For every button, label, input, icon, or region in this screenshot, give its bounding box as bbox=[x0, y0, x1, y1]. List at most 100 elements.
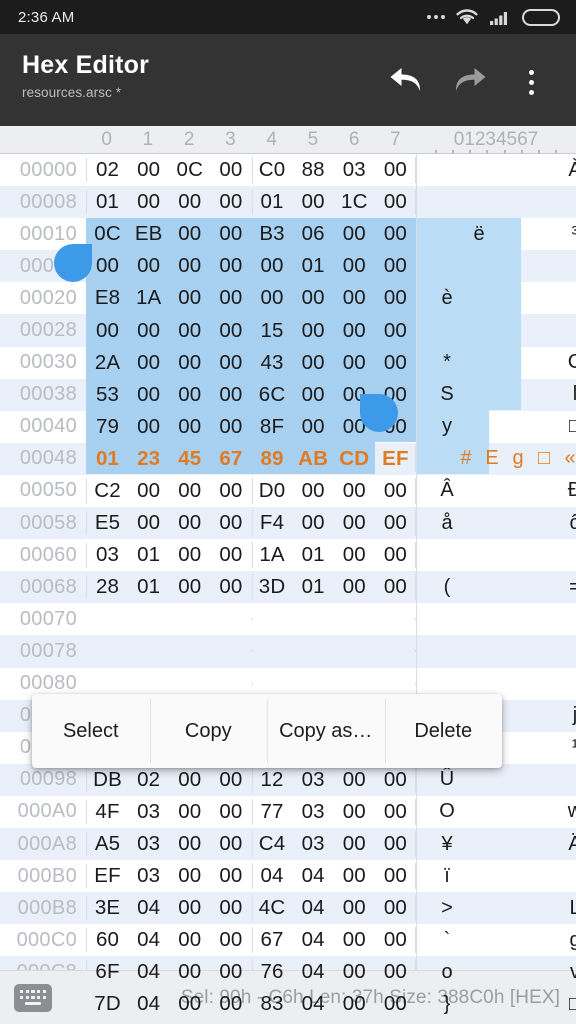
ascii-char[interactable] bbox=[527, 704, 559, 727]
ascii-char[interactable]: ( bbox=[431, 576, 463, 599]
hex-byte[interactable]: 00 bbox=[375, 319, 416, 343]
ascii-char[interactable] bbox=[527, 576, 559, 599]
hex-byte[interactable]: 00 bbox=[210, 383, 251, 407]
hex-byte[interactable]: 00 bbox=[169, 286, 210, 310]
hex-byte[interactable]: 00 bbox=[210, 190, 251, 214]
hex-byte[interactable]: 00 bbox=[375, 832, 416, 856]
ascii-char[interactable] bbox=[431, 159, 463, 182]
hex-byte[interactable]: 00 bbox=[375, 543, 416, 567]
ascii-char[interactable] bbox=[527, 865, 559, 888]
ascii-char[interactable] bbox=[463, 993, 495, 1016]
hex-byte[interactable]: 00 bbox=[210, 415, 251, 439]
table-row[interactable]: 00008 01 00 00 00 01 00 1C 00 bbox=[0, 186, 576, 219]
ascii-char[interactable]: l bbox=[559, 383, 576, 406]
ascii-char[interactable] bbox=[559, 287, 576, 310]
ascii-char[interactable] bbox=[495, 800, 527, 823]
ascii-char[interactable] bbox=[463, 800, 495, 823]
hex-byte[interactable]: 04 bbox=[252, 864, 293, 888]
hex-byte[interactable]: 00 bbox=[169, 992, 210, 1016]
hex-byte[interactable]: 76 bbox=[252, 960, 293, 984]
hex-byte[interactable]: 00 bbox=[128, 479, 169, 503]
hex-byte[interactable]: 00 bbox=[334, 768, 375, 792]
hex-byte[interactable]: CD bbox=[334, 447, 375, 471]
hex-byte[interactable]: 89 bbox=[252, 447, 293, 471]
row-hex-bytes[interactable]: 60 04 00 00 67 04 00 00 bbox=[86, 927, 416, 954]
hex-byte[interactable]: 7D bbox=[87, 992, 128, 1016]
hex-byte[interactable]: 00 bbox=[128, 319, 169, 343]
hex-byte[interactable]: B3 bbox=[252, 222, 293, 246]
ascii-char[interactable] bbox=[463, 287, 495, 310]
hex-byte[interactable]: 00 bbox=[334, 286, 375, 310]
hex-byte[interactable]: 00 bbox=[293, 383, 334, 407]
ascii-char[interactable] bbox=[495, 576, 527, 599]
hex-byte[interactable]: 00 bbox=[169, 511, 210, 535]
hex-byte[interactable]: 00 bbox=[210, 158, 251, 182]
row-hex-bytes[interactable]: 03 01 00 00 1A 01 00 00 bbox=[86, 542, 416, 569]
hex-byte[interactable]: 00 bbox=[375, 351, 416, 375]
ascii-char[interactable] bbox=[463, 929, 495, 952]
hex-byte[interactable]: 00 bbox=[375, 190, 416, 214]
hex-byte[interactable]: 00 bbox=[293, 415, 334, 439]
hex-byte[interactable]: 1A bbox=[252, 543, 293, 567]
selection-end-handle[interactable] bbox=[360, 394, 398, 432]
hex-byte[interactable]: F4 bbox=[252, 511, 293, 535]
hex-byte[interactable]: AB bbox=[293, 447, 334, 471]
hex-byte[interactable]: 00 bbox=[210, 832, 251, 856]
hex-byte[interactable]: 77 bbox=[252, 800, 293, 824]
hex-byte[interactable]: EB bbox=[128, 222, 169, 246]
ascii-char[interactable] bbox=[495, 897, 527, 920]
ascii-char[interactable] bbox=[527, 800, 559, 823]
ascii-char[interactable] bbox=[495, 961, 527, 984]
hex-byte[interactable]: 04 bbox=[293, 928, 334, 952]
hex-byte[interactable]: 01 bbox=[87, 447, 128, 471]
row-ascii[interactable]: À□ bbox=[416, 154, 576, 187]
hex-byte[interactable]: 00 bbox=[334, 800, 375, 824]
ascii-char[interactable]: ë bbox=[463, 223, 495, 246]
ascii-char[interactable] bbox=[527, 223, 559, 246]
hex-byte[interactable]: 00 bbox=[169, 800, 210, 824]
row-hex-bytes[interactable]: 01 23 45 67 89 AB CD EF bbox=[86, 445, 416, 472]
hex-dump-body[interactable]: 0000002000C00C0880300À□00008010000000100… bbox=[0, 154, 576, 1022]
table-row[interactable]: 000C86F04000076040000ov bbox=[0, 956, 576, 989]
row-ascii[interactable]: > L bbox=[416, 892, 576, 925]
hex-byte[interactable]: 00 bbox=[169, 479, 210, 503]
hex-byte[interactable]: 00 bbox=[375, 511, 416, 535]
hex-byte[interactable]: 00 bbox=[334, 896, 375, 920]
row-ascii[interactable] bbox=[416, 186, 576, 219]
hex-byte[interactable]: 00 bbox=[375, 928, 416, 952]
ascii-char[interactable] bbox=[463, 479, 495, 502]
ascii-char[interactable]: « bbox=[557, 447, 576, 470]
hex-byte[interactable]: 00 bbox=[128, 415, 169, 439]
ascii-char[interactable]: □ bbox=[531, 447, 557, 470]
ascii-char[interactable] bbox=[463, 576, 495, 599]
hex-byte[interactable]: 0C bbox=[87, 222, 128, 246]
row-ascii[interactable]: Ow bbox=[416, 795, 576, 828]
hex-byte[interactable]: 01 bbox=[293, 575, 334, 599]
ascii-char[interactable] bbox=[495, 383, 527, 406]
ascii-char[interactable]: g bbox=[559, 929, 576, 952]
hex-byte[interactable]: 00 bbox=[210, 543, 251, 567]
hex-byte[interactable]: 00 bbox=[128, 383, 169, 407]
hex-byte[interactable]: 00 bbox=[169, 415, 210, 439]
hex-byte[interactable]: A5 bbox=[87, 832, 128, 856]
ascii-char[interactable] bbox=[495, 479, 527, 502]
ascii-char[interactable]: ³ bbox=[559, 223, 576, 246]
hex-byte[interactable]: 04 bbox=[293, 864, 334, 888]
hex-byte[interactable]: 67 bbox=[210, 447, 251, 471]
hex-byte[interactable]: 45 bbox=[169, 447, 210, 471]
hex-byte[interactable]: 00 bbox=[293, 286, 334, 310]
hex-byte[interactable]: 00 bbox=[169, 319, 210, 343]
hex-byte[interactable]: 02 bbox=[87, 158, 128, 182]
row-ascii[interactable]: ` g bbox=[416, 924, 576, 957]
hex-byte[interactable]: C0 bbox=[252, 158, 293, 182]
hex-byte[interactable]: E8 bbox=[87, 286, 128, 310]
hex-byte[interactable]: 00 bbox=[128, 254, 169, 278]
hex-byte[interactable]: 00 bbox=[169, 543, 210, 567]
ascii-char[interactable]: C bbox=[559, 351, 576, 374]
row-hex-bytes[interactable]: E8 1A 00 00 00 00 00 00 bbox=[86, 285, 416, 312]
ascii-char[interactable]: Ä bbox=[559, 833, 576, 856]
hex-byte[interactable]: 00 bbox=[210, 960, 251, 984]
row-ascii[interactable]: ï bbox=[416, 860, 576, 893]
menu-item-select[interactable]: Select bbox=[32, 694, 150, 768]
hex-byte[interactable]: 15 bbox=[252, 319, 293, 343]
